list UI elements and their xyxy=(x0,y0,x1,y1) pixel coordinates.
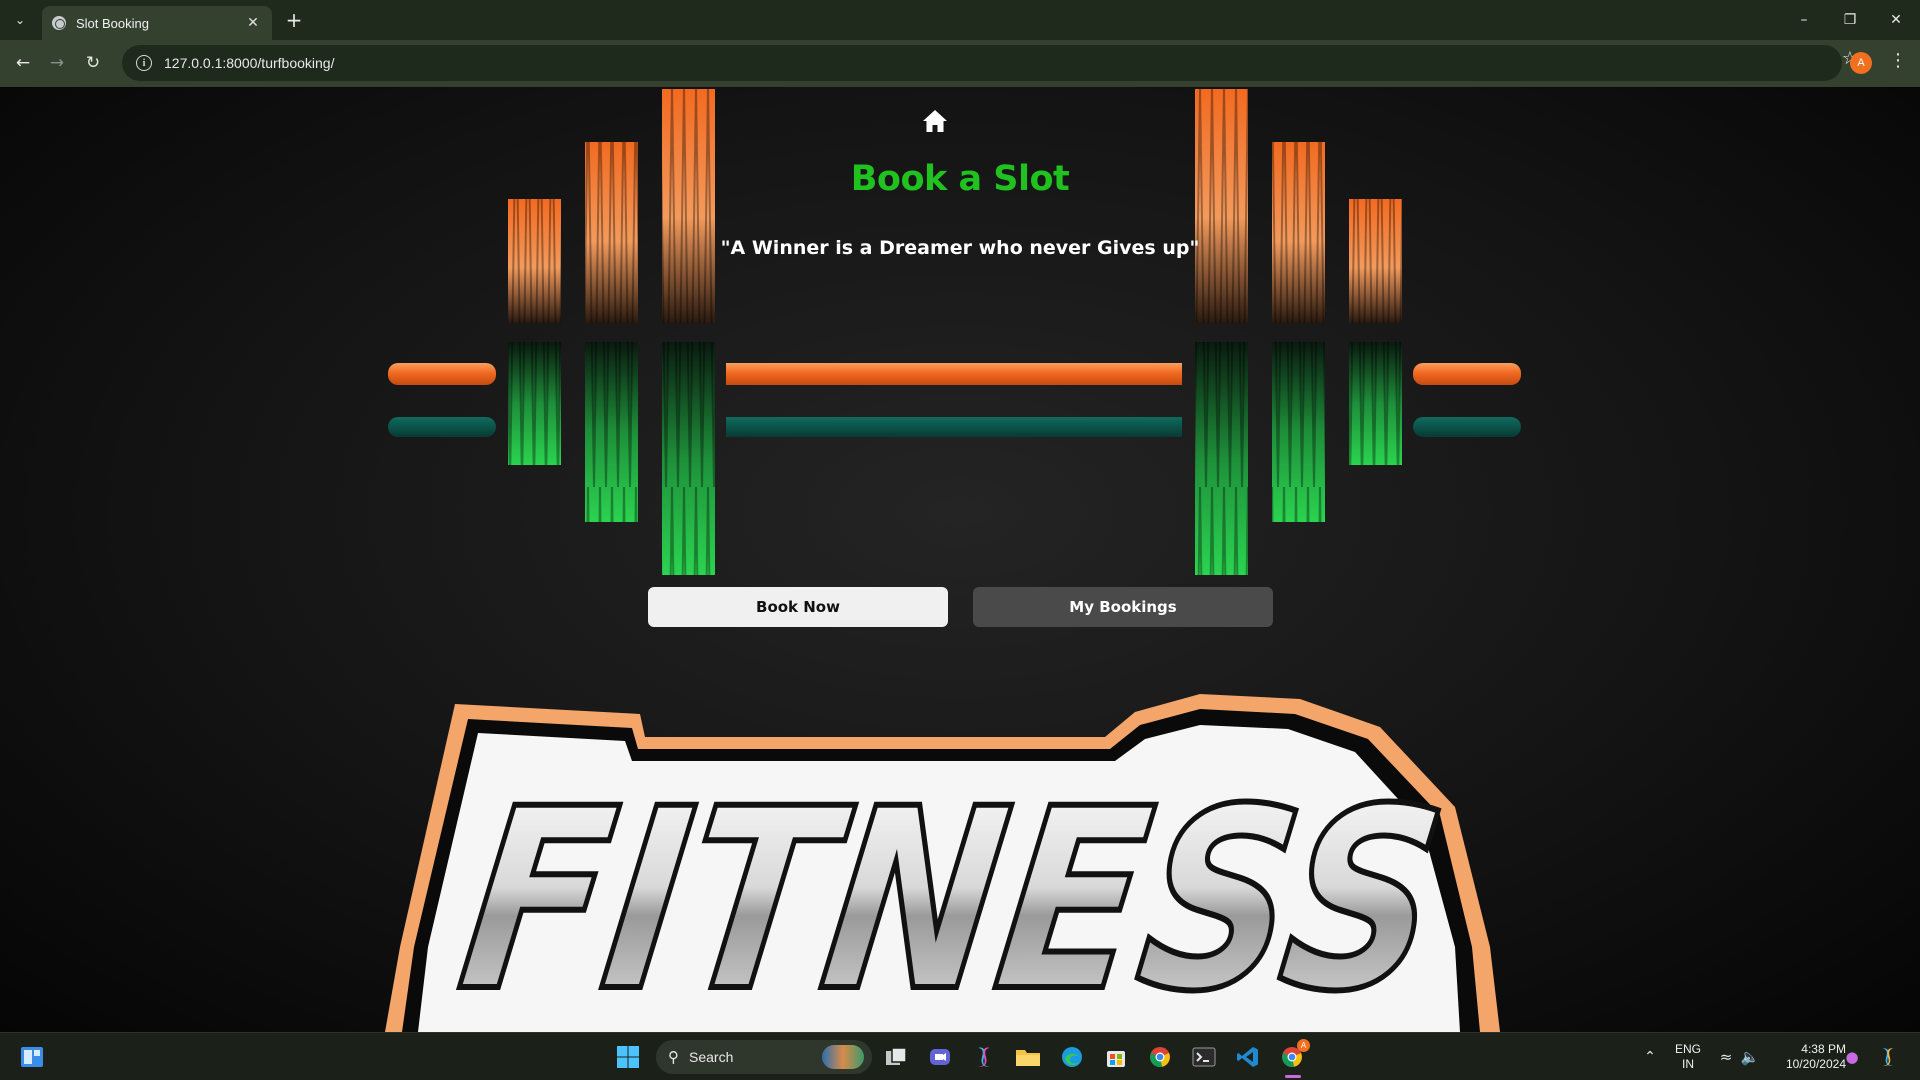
chrome-profile-taskbar-icon[interactable]: A xyxy=(1276,1039,1310,1073)
edge-browser-icon[interactable] xyxy=(1056,1041,1088,1073)
chrome-icon[interactable] xyxy=(1144,1041,1176,1073)
motivational-quote: "A Winner is a Dreamer who never Gives u… xyxy=(720,237,1200,259)
windows-taskbar: ⚲ Search A ⌃ ENG IN ≈ 🔈 4:38 PM 10/20/20… xyxy=(0,1032,1920,1080)
profile-avatar[interactable]: A xyxy=(1850,52,1872,74)
chrome-profile-badge: A xyxy=(1297,1039,1310,1052)
browser-tab-bar: ⌄ Slot Booking ✕ + – ❐ ✕ xyxy=(0,0,1920,40)
microsoft-store-icon[interactable] xyxy=(1100,1041,1132,1073)
window-close-icon[interactable]: ✕ xyxy=(1876,6,1916,34)
tab-title: Slot Booking xyxy=(76,15,149,31)
back-arrow-icon[interactable]: ← xyxy=(10,50,36,76)
taskbar-search-box[interactable]: ⚲ Search xyxy=(656,1040,872,1074)
region-code: IN xyxy=(1682,1057,1694,1071)
teams-meet-icon[interactable] xyxy=(924,1041,956,1073)
active-app-indicator xyxy=(1285,1075,1301,1078)
page-viewport: FITNESS Book a Slot "A Winner is a Dream… xyxy=(0,87,1920,1032)
task-view-icon[interactable] xyxy=(880,1041,912,1073)
search-icon: ⚲ xyxy=(668,1048,679,1066)
book-now-button[interactable]: Book Now xyxy=(648,587,948,627)
barbell-background-art: FITNESS xyxy=(385,89,1521,1032)
search-highlight-icon xyxy=(822,1045,864,1069)
show-hidden-icons-chevron[interactable]: ⌃ xyxy=(1634,1041,1666,1073)
fitness-logo-text: FITNESS xyxy=(447,756,1458,1032)
forward-arrow-icon[interactable]: → xyxy=(44,50,70,76)
tab-close-icon[interactable]: ✕ xyxy=(244,15,262,31)
page-title: Book a Slot xyxy=(850,159,1070,199)
address-bar[interactable]: i 127.0.0.1:8000/turfbooking/ xyxy=(122,45,1842,81)
url-text[interactable]: 127.0.0.1:8000/turfbooking/ xyxy=(164,55,334,71)
volume-icon[interactable]: 🔈 xyxy=(1734,1041,1766,1073)
vscode-icon[interactable] xyxy=(1232,1041,1264,1073)
globe-icon xyxy=(52,16,66,30)
clock-date: 10/20/2024 xyxy=(1785,1057,1846,1071)
site-info-icon[interactable]: i xyxy=(136,55,152,71)
language-indicator[interactable]: ENG IN xyxy=(1670,1042,1706,1072)
notification-bell-icon[interactable]: ● xyxy=(1836,1041,1868,1073)
file-explorer-icon[interactable] xyxy=(1012,1041,1044,1073)
home-icon[interactable] xyxy=(922,109,948,133)
reload-icon[interactable]: ↻ xyxy=(80,50,106,76)
terminal-icon[interactable] xyxy=(1188,1041,1220,1073)
browser-toolbar: ← → ↻ i 127.0.0.1:8000/turfbooking/ ☆ A … xyxy=(0,40,1920,87)
widgets-icon[interactable] xyxy=(16,1041,48,1073)
minimize-icon[interactable]: – xyxy=(1784,6,1824,34)
my-bookings-button[interactable]: My Bookings xyxy=(973,587,1273,627)
fitness-logo: FITNESS xyxy=(385,694,1500,1032)
taskbar-search-label: Search xyxy=(689,1049,734,1065)
start-windows-icon[interactable] xyxy=(612,1041,644,1073)
clock-time: 4:38 PM xyxy=(1801,1042,1846,1056)
copilot-tray-icon[interactable] xyxy=(1872,1041,1904,1073)
copilot-icon[interactable] xyxy=(968,1041,1000,1073)
language-code: ENG xyxy=(1674,1042,1701,1056)
browser-tab-active[interactable]: Slot Booking ✕ xyxy=(42,6,272,40)
new-tab-plus-icon[interactable]: + xyxy=(282,8,306,32)
clock[interactable]: 4:38 PM 10/20/2024 xyxy=(1766,1042,1846,1072)
browser-menu-icon[interactable]: ⋮ xyxy=(1888,50,1908,71)
tab-search-dropdown-icon[interactable]: ⌄ xyxy=(8,8,32,32)
restore-icon[interactable]: ❐ xyxy=(1830,6,1870,34)
